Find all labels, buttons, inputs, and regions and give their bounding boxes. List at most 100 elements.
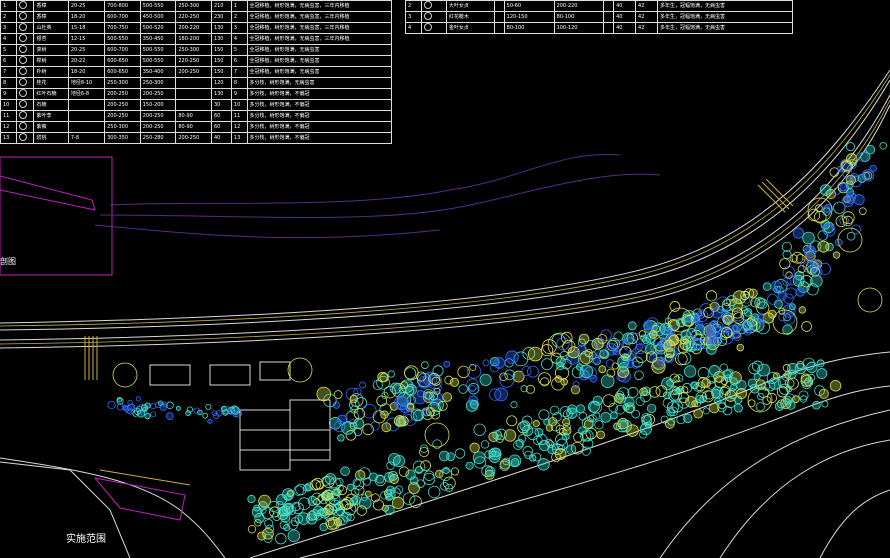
plant-symbol-icon [420,0,447,12]
table-cell-c3: 600-650 [104,66,141,78]
tree-symbol [777,291,787,301]
tree-symbol [465,461,474,470]
table-cell-no: 3 [0,22,17,34]
plant-symbol-icon [15,55,35,67]
tree-symbol [803,245,817,258]
tree-symbol [626,424,639,437]
tree-symbol [446,452,456,462]
table-cell-empty [494,0,505,12]
table-cell-c4: 500-550 [139,55,177,67]
table-cell-c7: 3 [230,22,248,34]
tree-symbol [421,361,429,369]
tree-symbol [351,495,361,506]
table-cell-c4: 350-400 [139,66,177,78]
tree-symbol [594,420,604,430]
plant-symbol-icon [15,44,35,56]
tree-symbol [480,440,490,449]
tree-symbol [648,330,658,339]
tree-symbol [202,412,209,419]
plant-symbol-icon [15,77,35,89]
section-profile-line [0,175,96,211]
tree-symbol [754,297,766,309]
tree-symbol [774,401,785,411]
tree-symbol [402,492,416,505]
table-cell-c2 [67,99,106,111]
tree-symbol [384,489,396,500]
tree-symbol [625,359,635,368]
table-cell-c3: 700-750 [104,22,141,34]
tree-symbol [634,370,644,381]
tree-symbol [420,460,431,472]
table-cell-c7: 13 [230,132,248,144]
tree-symbol [372,499,384,511]
tree-symbol [592,395,603,406]
table-cell-no: 4 [405,22,422,34]
table-cell-c2 [67,110,106,122]
tree-symbol [627,321,637,331]
tree-symbol [247,524,257,534]
tree-symbol [515,438,525,448]
plant-symbol-icon [15,121,35,133]
table-cell-c2 [67,121,106,133]
tree-symbol [841,194,855,208]
table-cell-no: 13 [0,132,17,144]
tree-symbol [705,290,718,302]
tree-symbol [141,404,148,412]
tree-symbol [340,466,350,477]
table-cell-c2: 20-25 [67,0,106,12]
table-cell-c4: 500-520 [139,22,177,34]
table-cell-c6: 210 [210,0,232,12]
tree-symbol [786,400,796,410]
table-row: 4 银杏 12-15 500-550 350-450 180-200 130 4 全冠移植，树形… [0,33,393,45]
tree-symbol [472,451,486,465]
table-cell-c8: 多分枝，树形饱满，不偏冠 [246,121,393,133]
plant-symbol-icon [423,12,432,21]
table-cell-c7: 11 [230,110,248,122]
table-cell-c3: 700-800 [104,0,141,12]
plant-symbol-icon [420,22,447,34]
tree-symbol [144,412,151,420]
plant-symbol-icon [18,89,27,98]
table-cell-c6: 40 [613,0,637,12]
tree-symbol [736,343,745,352]
table-row: 1 香樟 20-25 700-800 500-550 250-300 210 1 全冠移植，树形… [0,0,393,12]
section-detail-frame [0,156,113,276]
tree-symbol [669,301,681,312]
tree-symbol [482,359,490,367]
tree-symbol [785,287,797,299]
tree-symbol [600,411,612,423]
plant-symbol-icon [15,11,35,23]
tree-symbol [150,411,157,418]
tree-symbol [428,485,441,499]
table-cell-c2: 15-18 [67,22,106,34]
tree-symbol [432,365,444,377]
plant-schedule-table-left: 1 香樟 20-25 700-800 500-550 250-300 210 1 全冠移植，树形… [0,0,393,144]
tree-symbol [806,361,818,374]
tree-symbol [566,444,577,455]
table-cell-c8: 多分枝，树形饱满，不偏冠 [246,88,393,100]
plant-symbol-icon [15,99,35,111]
tree-symbol [337,434,345,442]
table-cell-name: 香樟 [33,11,69,23]
tree-symbol [709,402,720,414]
tree-symbol [754,313,765,323]
table-cell-c3: 80-100 [553,11,605,23]
plant-symbol-icon [18,122,27,131]
table-cell-c2: 18-20 [67,11,106,23]
table-cell-empty [494,11,505,23]
tree-symbol [527,346,543,362]
tree-symbol [537,458,550,471]
plant-symbol-icon [15,22,35,34]
table-row: 7 朴树 18-20 600-650 350-400 200-250 150 7 全冠移植，树形… [0,66,393,78]
table-cell-c7: 42 [635,22,658,34]
table-cell-c8: 全冠移植，树形饱满，无病虫害，三年内移植 [246,0,393,12]
table-row: 3 山杜英 15-18 700-750 500-520 200-220 130 3 全冠移植，树… [0,22,393,34]
table-cell-c4: 200-250 [139,110,177,122]
table-cell-c8: 全冠移植，树形饱满，无病虫害 [246,44,393,56]
tree-symbol [387,370,395,378]
tree-symbol [467,382,480,395]
table-cell-c5 [175,88,212,100]
table-cell-c7: 42 [635,11,658,23]
table-cell-c6: 40 [210,132,232,144]
table-cell-c5: 250-300 [175,0,212,12]
